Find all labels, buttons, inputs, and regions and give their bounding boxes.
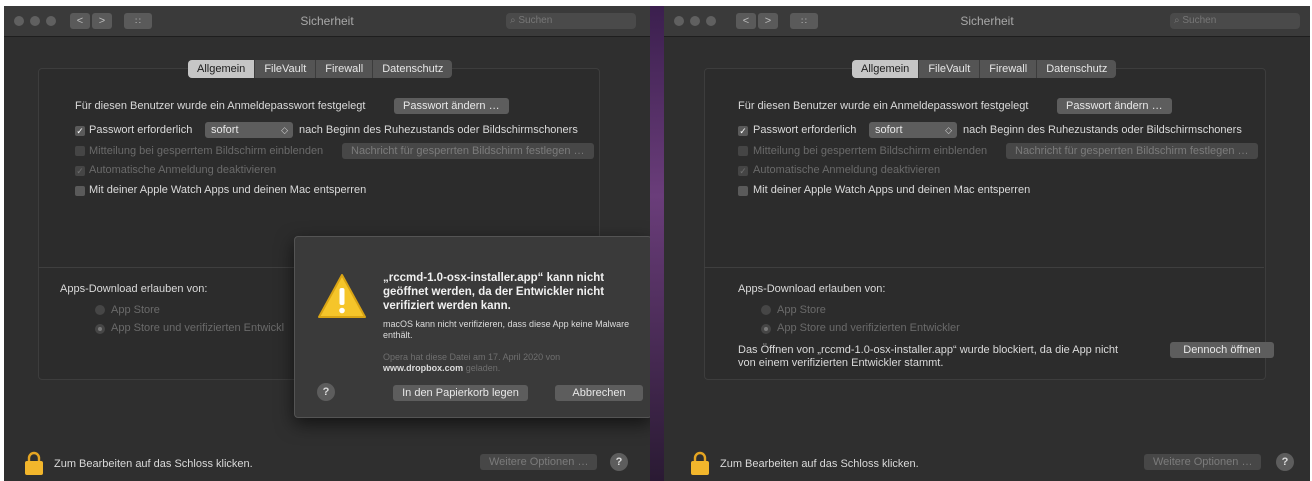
tab-general[interactable]: Allgemein	[188, 60, 256, 78]
apple-watch-checkbox[interactable]	[75, 186, 85, 196]
tab-general[interactable]: Allgemein	[852, 60, 920, 78]
tab-filevault[interactable]: FileVault	[255, 60, 317, 78]
search-icon: ⌕	[510, 15, 516, 26]
security-window-left: < > ∷ Sicherheit ⌕ Suchen Allgemein File…	[4, 6, 650, 481]
require-password-suffix: nach Beginn des Ruhezustands oder Bildsc…	[299, 124, 578, 136]
password-set-text: Für diesen Benutzer wurde ein Anmeldepas…	[75, 100, 366, 112]
auto-login-checkbox[interactable]: ✓	[75, 166, 85, 176]
apple-watch-label: Mit deiner Apple Watch Apps und deinen M…	[753, 184, 1031, 196]
search-input[interactable]: ⌕ Suchen	[506, 13, 636, 29]
auto-login-label: Automatische Anmeldung deaktivieren	[753, 164, 941, 176]
apple-watch-label: Mit deiner Apple Watch Apps und deinen M…	[89, 184, 367, 196]
radio-app-store-devs[interactable]	[95, 324, 105, 334]
require-password-suffix: nach Beginn des Ruhezustands oder Bildsc…	[963, 124, 1242, 136]
auto-login-label: Automatische Anmeldung deaktivieren	[89, 164, 277, 176]
tab-privacy[interactable]: Datenschutz	[373, 60, 452, 78]
more-options-button[interactable]: Weitere Optionen …	[1144, 454, 1262, 470]
auto-login-checkbox[interactable]: ✓	[738, 166, 748, 176]
require-password-select[interactable]: sofort ◇	[205, 122, 293, 138]
require-password-checkbox[interactable]: ✓	[75, 126, 85, 136]
select-arrow-icon: ◇	[281, 125, 288, 135]
warning-icon	[318, 274, 366, 318]
security-window-right: < > ∷ Sicherheit ⌕ Suchen Allgemein File…	[664, 6, 1310, 481]
search-placeholder: Suchen	[1182, 15, 1217, 26]
lock-text: Zum Bearbeiten auf das Schloss klicken.	[720, 458, 919, 470]
dialog-download-note: Opera hat diese Datei am 17. April 2020 …	[383, 352, 633, 374]
change-password-button[interactable]: Passwort ändern …	[1057, 98, 1172, 114]
search-input[interactable]: ⌕ Suchen	[1170, 13, 1300, 29]
blocked-text-line2: von einem verifizierten Entwickler stamm…	[738, 357, 944, 369]
apps-download-heading: Apps-Download erlauben von:	[738, 283, 886, 295]
lock-text: Zum Bearbeiten auf das Schloss klicken.	[54, 458, 253, 470]
lock-message-checkbox[interactable]	[75, 146, 85, 156]
titlebar: < > ∷ Sicherheit ⌕ Suchen	[664, 6, 1310, 37]
tab-bar: Allgemein FileVault Firewall Datenschutz	[852, 60, 1117, 78]
select-arrow-icon: ◇	[945, 125, 952, 135]
require-password-label: Passwort erforderlich	[753, 124, 857, 136]
open-anyway-button[interactable]: Dennoch öffnen	[1170, 342, 1274, 358]
change-password-button[interactable]: Passwort ändern …	[394, 98, 509, 114]
cancel-button[interactable]: Abbrechen	[555, 385, 643, 401]
lock-icon[interactable]	[24, 450, 44, 476]
apple-watch-checkbox[interactable]	[738, 186, 748, 196]
radio-app-store-devs-label: App Store und verifizierten Entwickl	[111, 322, 285, 334]
more-options-button[interactable]: Weitere Optionen …	[480, 454, 598, 470]
tab-firewall[interactable]: Firewall	[980, 60, 1038, 78]
radio-app-store[interactable]	[95, 305, 105, 315]
unverified-developer-dialog: „rccmd-1.0-osx-installer.app“ kann nicht…	[294, 236, 650, 418]
dialog-note-suffix: geladen.	[465, 363, 501, 373]
dialog-note-prefix: Opera hat diese Datei am 17. April 2020 …	[383, 352, 561, 362]
require-password-value: sofort	[211, 124, 239, 136]
require-password-select[interactable]: sofort ◇	[869, 122, 957, 138]
lock-message-label: Mitteilung bei gesperrtem Bildschirm ein…	[753, 145, 988, 157]
tab-privacy[interactable]: Datenschutz	[1037, 60, 1116, 78]
tab-bar: Allgemein FileVault Firewall Datenschutz	[188, 60, 453, 78]
dialog-help-button[interactable]: ?	[317, 383, 335, 401]
blocked-text-line1: Das Öffnen von „rccmd-1.0-osx-installer.…	[738, 344, 1119, 356]
titlebar: < > ∷ Sicherheit ⌕ Suchen	[4, 6, 650, 37]
move-to-trash-button[interactable]: In den Papierkorb legen	[393, 385, 528, 401]
help-button[interactable]: ?	[1276, 453, 1294, 471]
search-icon: ⌕	[1174, 15, 1180, 26]
dialog-title: „rccmd-1.0-osx-installer.app“ kann nicht…	[383, 272, 605, 312]
require-password-checkbox[interactable]: ✓	[738, 126, 748, 136]
lock-message-button[interactable]: Nachricht für gesperrten Bildschirm fest…	[1006, 143, 1258, 159]
apps-download-heading: Apps-Download erlauben von:	[60, 283, 208, 295]
password-set-text: Für diesen Benutzer wurde ein Anmeldepas…	[738, 100, 1029, 112]
lock-message-button[interactable]: Nachricht für gesperrten Bildschirm fest…	[342, 143, 594, 159]
radio-app-store-devs[interactable]	[761, 324, 771, 334]
require-password-value: sofort	[875, 124, 903, 136]
lock-icon[interactable]	[690, 450, 710, 476]
help-button[interactable]: ?	[610, 453, 628, 471]
tab-filevault[interactable]: FileVault	[919, 60, 981, 78]
section-divider	[704, 267, 1264, 268]
dialog-body: macOS kann nicht verifizieren, dass dies…	[383, 319, 630, 340]
require-password-label: Passwort erforderlich	[89, 124, 193, 136]
dialog-note-source: www.dropbox.com	[383, 363, 464, 373]
radio-app-store[interactable]	[761, 305, 771, 315]
radio-app-store-label: App Store	[111, 304, 160, 316]
desktop-background-strip	[650, 6, 664, 481]
lock-message-label: Mitteilung bei gesperrtem Bildschirm ein…	[89, 145, 324, 157]
lock-message-checkbox[interactable]	[738, 146, 748, 156]
radio-app-store-label: App Store	[777, 304, 826, 316]
radio-app-store-devs-label: App Store und verifizierten Entwickler	[777, 322, 960, 334]
search-placeholder: Suchen	[518, 15, 553, 26]
tab-firewall[interactable]: Firewall	[316, 60, 374, 78]
